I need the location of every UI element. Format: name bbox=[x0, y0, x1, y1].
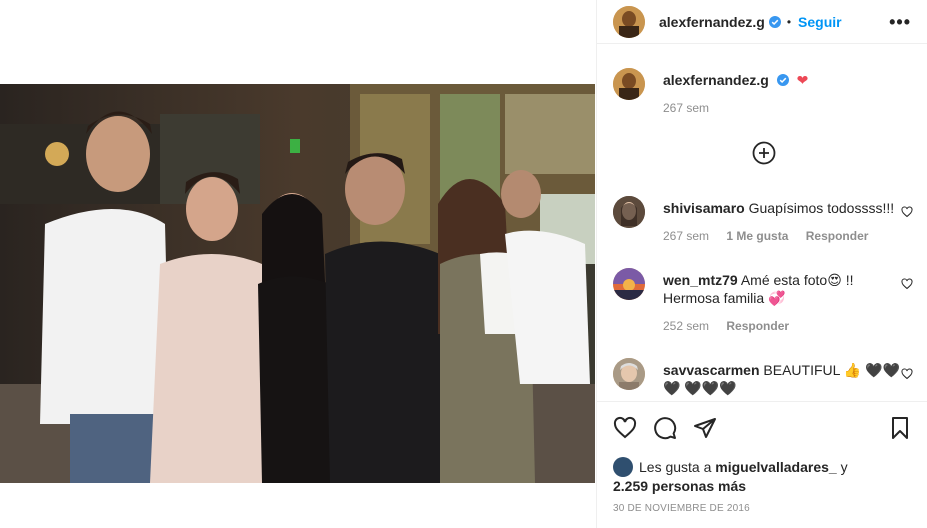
group-photo-illustration bbox=[0, 84, 595, 483]
liker-username[interactable]: miguelvalladares_ bbox=[715, 459, 836, 475]
verified-icon bbox=[776, 74, 789, 86]
likes-summary: Les gusta a miguelvalladares_ y 2.259 pe… bbox=[613, 457, 913, 495]
caption-emoji: ❤ bbox=[796, 72, 809, 88]
comment-meta: 252 sem Responder bbox=[663, 317, 901, 335]
header-separator: • bbox=[786, 14, 792, 29]
caption-body: alexfernandez.g ❤ 267 sem bbox=[663, 71, 901, 117]
author-avatar[interactable] bbox=[613, 5, 645, 38]
reply-button[interactable]: Responder bbox=[726, 319, 789, 333]
action-icons-row bbox=[613, 416, 912, 442]
post-actions: Les gusta a miguelvalladares_ y 2.259 pe… bbox=[597, 401, 927, 528]
bookmark-icon[interactable] bbox=[888, 416, 912, 440]
comment-like-heart-icon[interactable] bbox=[901, 368, 913, 380]
likes-count[interactable]: 2.259 personas más bbox=[613, 478, 746, 494]
comment-item: shivisamaro Guapísimos todossss!!! 267 s… bbox=[613, 196, 913, 256]
caption-meta: 267 sem bbox=[663, 99, 901, 117]
comment-body: savvascarmen BEAUTIFUL 👍 🖤🖤🖤 🖤🖤🖤 bbox=[663, 361, 901, 397]
post-header: alexfernandez.g • Seguir ••• bbox=[597, 0, 927, 44]
author-username[interactable]: alexfernandez.g bbox=[659, 14, 765, 30]
likes-conj: y bbox=[840, 459, 848, 475]
commenter-avatar[interactable] bbox=[613, 196, 645, 228]
share-icon[interactable] bbox=[693, 416, 717, 440]
comments-list: alexfernandez.g ❤ 267 sem shivisamaro Gu… bbox=[597, 45, 927, 400]
comment-body: wen_mtz79 Amé esta foto😍 !! Hermosa fami… bbox=[663, 271, 901, 335]
commenter-avatar[interactable] bbox=[613, 268, 645, 300]
comment-item: savvascarmen BEAUTIFUL 👍 🖤🖤🖤 🖤🖤🖤 bbox=[613, 358, 913, 400]
caption-item: alexfernandez.g ❤ 267 sem bbox=[613, 68, 913, 128]
verified-icon bbox=[768, 15, 781, 28]
caption-avatar[interactable] bbox=[613, 68, 645, 100]
comment-body: shivisamaro Guapísimos todossss!!! 267 s… bbox=[663, 199, 901, 245]
comment-meta: 267 sem 1 Me gusta Responder bbox=[663, 227, 901, 245]
post-media-area bbox=[0, 0, 595, 528]
comment-icon[interactable] bbox=[653, 416, 677, 440]
comment-text: Guapísimos todossss!!! bbox=[748, 200, 895, 216]
liker-avatar[interactable] bbox=[613, 457, 633, 477]
comment-item: wen_mtz79 Amé esta foto😍 !! Hermosa fami… bbox=[613, 268, 913, 348]
follow-button[interactable]: Seguir bbox=[798, 14, 842, 30]
post-photo[interactable] bbox=[0, 84, 595, 483]
comment-username[interactable]: wen_mtz79 bbox=[663, 272, 738, 288]
likes-prefix: Les gusta a bbox=[639, 459, 712, 475]
comment-likes[interactable]: 1 Me gusta bbox=[726, 229, 788, 243]
comment-time[interactable]: 267 sem bbox=[663, 229, 709, 243]
comment-like-heart-icon[interactable] bbox=[901, 278, 913, 290]
comment-username[interactable]: shivisamaro bbox=[663, 200, 745, 216]
post-date[interactable]: 30 DE NOVIEMBRE DE 2016 bbox=[613, 503, 750, 514]
comment-like-heart-icon[interactable] bbox=[901, 206, 913, 218]
caption-time[interactable]: 267 sem bbox=[663, 101, 709, 115]
commenter-avatar[interactable] bbox=[613, 358, 645, 390]
post-side-panel: alexfernandez.g • Seguir ••• alexfernand… bbox=[596, 0, 927, 528]
more-options-icon[interactable]: ••• bbox=[889, 12, 911, 33]
reply-button[interactable]: Responder bbox=[806, 229, 869, 243]
caption-username[interactable]: alexfernandez.g bbox=[663, 72, 769, 88]
load-more-comments-icon[interactable] bbox=[752, 141, 776, 165]
comment-username[interactable]: savvascarmen bbox=[663, 362, 760, 378]
comment-time[interactable]: 252 sem bbox=[663, 319, 709, 333]
heart-icon[interactable] bbox=[613, 416, 637, 440]
